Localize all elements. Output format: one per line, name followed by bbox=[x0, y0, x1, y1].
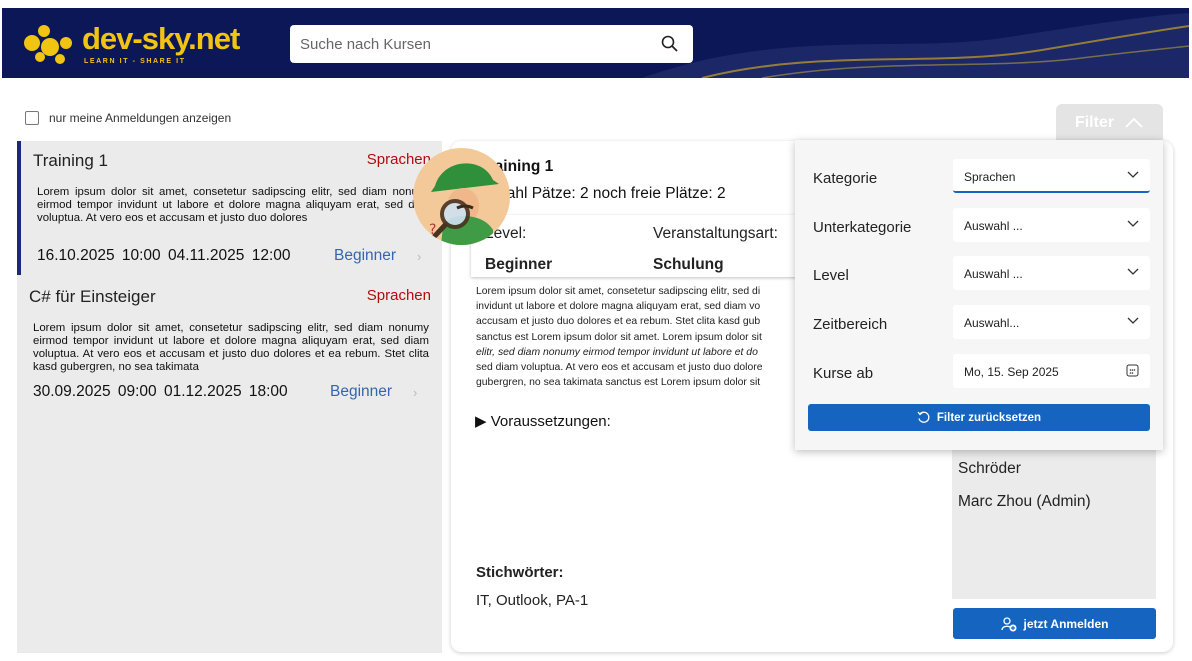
filter-label: Zeitbereich bbox=[813, 316, 888, 333]
logo-text: dev-sky.net bbox=[82, 21, 240, 56]
timerange-dropdown[interactable]: Auswahl... bbox=[953, 305, 1150, 339]
chevron-up-icon bbox=[1125, 117, 1143, 128]
prerequisites-toggle[interactable]: ▶ Voraussetzungen: bbox=[475, 412, 611, 430]
description-line: accusam et justo duo dolores et ea rebum… bbox=[476, 316, 761, 328]
app-header: dev-sky.net LEARN IT - SHARE IT bbox=[2, 8, 1189, 78]
register-button-label: jetzt Anmelden bbox=[1023, 616, 1109, 631]
course-title: Training 1 bbox=[33, 151, 108, 170]
logo[interactable]: dev-sky.net LEARN IT - SHARE IT bbox=[20, 17, 260, 72]
keywords-heading: Stichwörter: bbox=[476, 564, 564, 581]
course-description: Lorem ipsum dolor sit amet, consetetur s… bbox=[33, 322, 429, 373]
date-picker[interactable]: Mo, 15. Sep 2025 bbox=[953, 354, 1150, 388]
participants-list: Schröder Marc Zhou (Admin) bbox=[952, 439, 1156, 599]
participant-name: Marc Zhou (Admin) bbox=[958, 493, 1091, 510]
course-title: C# für Einsteiger bbox=[29, 287, 156, 306]
course-list: Training 1 Sprachen Lorem ipsum dolor si… bbox=[17, 141, 442, 653]
course-level: Beginner bbox=[330, 383, 393, 400]
course-card[interactable]: C# für Einsteiger Sprachen Lorem ipsum d… bbox=[17, 277, 442, 412]
description-line: elitr, sed diam nonumy eirmod tempor inv… bbox=[476, 346, 758, 358]
keywords-value: IT, Outlook, PA-1 bbox=[476, 592, 589, 609]
only-my-registrations-checkbox[interactable] bbox=[25, 111, 39, 125]
level-value: Beginner bbox=[485, 256, 553, 273]
course-dates: 16.10.2025 10:00 04.11.2025 12:00 bbox=[37, 247, 291, 265]
course-end: 01.12.2025 18:00 bbox=[163, 383, 288, 400]
category-dropdown[interactable]: Sprachen bbox=[953, 159, 1150, 193]
dropdown-value: Sprachen bbox=[964, 170, 1016, 184]
course-dates: 30.09.2025 09:00 01.12.2025 18:00 bbox=[33, 383, 288, 401]
description-line: gubergren, no sea takimata sanctus est L… bbox=[476, 377, 761, 389]
course-start: 30.09.2025 09:00 bbox=[33, 383, 157, 400]
logo-tagline: LEARN IT - SHARE IT bbox=[84, 58, 186, 65]
dropdown-value: Auswahl ... bbox=[964, 267, 1023, 281]
reset-filter-button[interactable]: Filter zurücksetzen bbox=[808, 404, 1150, 431]
detail-spots: Anzahl Pätze: 2 noch freie Plätze: 2 bbox=[480, 185, 726, 202]
chevron-right-icon: › bbox=[413, 385, 418, 400]
chevron-down-icon bbox=[1127, 268, 1139, 275]
filter-button-label: Filter bbox=[1074, 114, 1115, 131]
event-type-value: Schulung bbox=[653, 256, 724, 273]
event-type-label: Veranstaltungsart: bbox=[653, 225, 778, 242]
level-dropdown[interactable]: Auswahl ... bbox=[953, 256, 1150, 290]
course-category: Sprachen bbox=[366, 151, 431, 168]
course-category: Sprachen bbox=[366, 287, 431, 304]
detail-description: Lorem ipsum dolor sit amet, consetetur s… bbox=[476, 284, 796, 392]
filter-label: Unterkategorie bbox=[813, 219, 912, 236]
search-box[interactable] bbox=[290, 25, 693, 63]
filter-label: Kategorie bbox=[813, 170, 878, 187]
filter-button[interactable]: Filter bbox=[1056, 104, 1163, 142]
description-line: invidunt ut labore et dolore magna aliqu… bbox=[476, 301, 761, 313]
filter-label: Level bbox=[813, 267, 849, 284]
course-start: 16.10.2025 10:00 bbox=[37, 247, 161, 264]
search-input[interactable] bbox=[300, 33, 640, 55]
course-level: Beginner bbox=[334, 247, 397, 264]
only-my-registrations-label: nur meine Anmeldungen anzeigen bbox=[49, 111, 232, 125]
dropdown-value: Auswahl ... bbox=[964, 219, 1023, 233]
add-user-icon bbox=[1000, 616, 1017, 631]
filter-label: Kurse ab bbox=[813, 365, 874, 382]
course-end: 04.11.2025 12:00 bbox=[167, 247, 291, 264]
reset-icon bbox=[917, 411, 930, 423]
course-card[interactable]: Training 1 Sprachen Lorem ipsum dolor si… bbox=[17, 141, 442, 275]
reset-filter-label: Filter zurücksetzen bbox=[936, 411, 1042, 424]
chevron-down-icon bbox=[1127, 317, 1139, 324]
prerequisites-label: Voraussetzungen: bbox=[490, 413, 611, 430]
chevron-right-icon: › bbox=[417, 249, 422, 264]
logo-icon bbox=[24, 25, 72, 64]
course-description: Lorem ipsum dolor sit amet, consetetur s… bbox=[37, 186, 433, 224]
description-line: Lorem ipsum dolor sit amet, consetetur s… bbox=[476, 286, 761, 297]
expand-triangle-icon: ▶ bbox=[475, 413, 487, 430]
calendar-icon[interactable] bbox=[1126, 364, 1139, 377]
only-my-registrations-toggle[interactable]: nur meine Anmeldungen anzeigen bbox=[25, 111, 231, 125]
register-button[interactable]: jetzt Anmelden bbox=[953, 608, 1156, 639]
chevron-down-icon bbox=[1127, 171, 1139, 178]
description-line: sed diam voluptua. At vero eos et accusa… bbox=[476, 362, 763, 374]
subcategory-dropdown[interactable]: Auswahl ... bbox=[953, 208, 1150, 242]
filter-panel: Kategorie Sprachen Unterkategorie Auswah… bbox=[795, 140, 1163, 450]
detective-mascot-image: ? bbox=[413, 148, 510, 245]
date-value: Mo, 15. Sep 2025 bbox=[964, 365, 1059, 379]
detective-icon: ? bbox=[429, 163, 499, 245]
participant-name: Schröder bbox=[958, 460, 1021, 477]
search-icon[interactable] bbox=[660, 34, 680, 54]
chevron-down-icon bbox=[1127, 220, 1139, 227]
description-line: sanctus est Lorem ipsum dolor sit amet. … bbox=[476, 331, 762, 343]
dropdown-value: Auswahl... bbox=[964, 316, 1020, 330]
